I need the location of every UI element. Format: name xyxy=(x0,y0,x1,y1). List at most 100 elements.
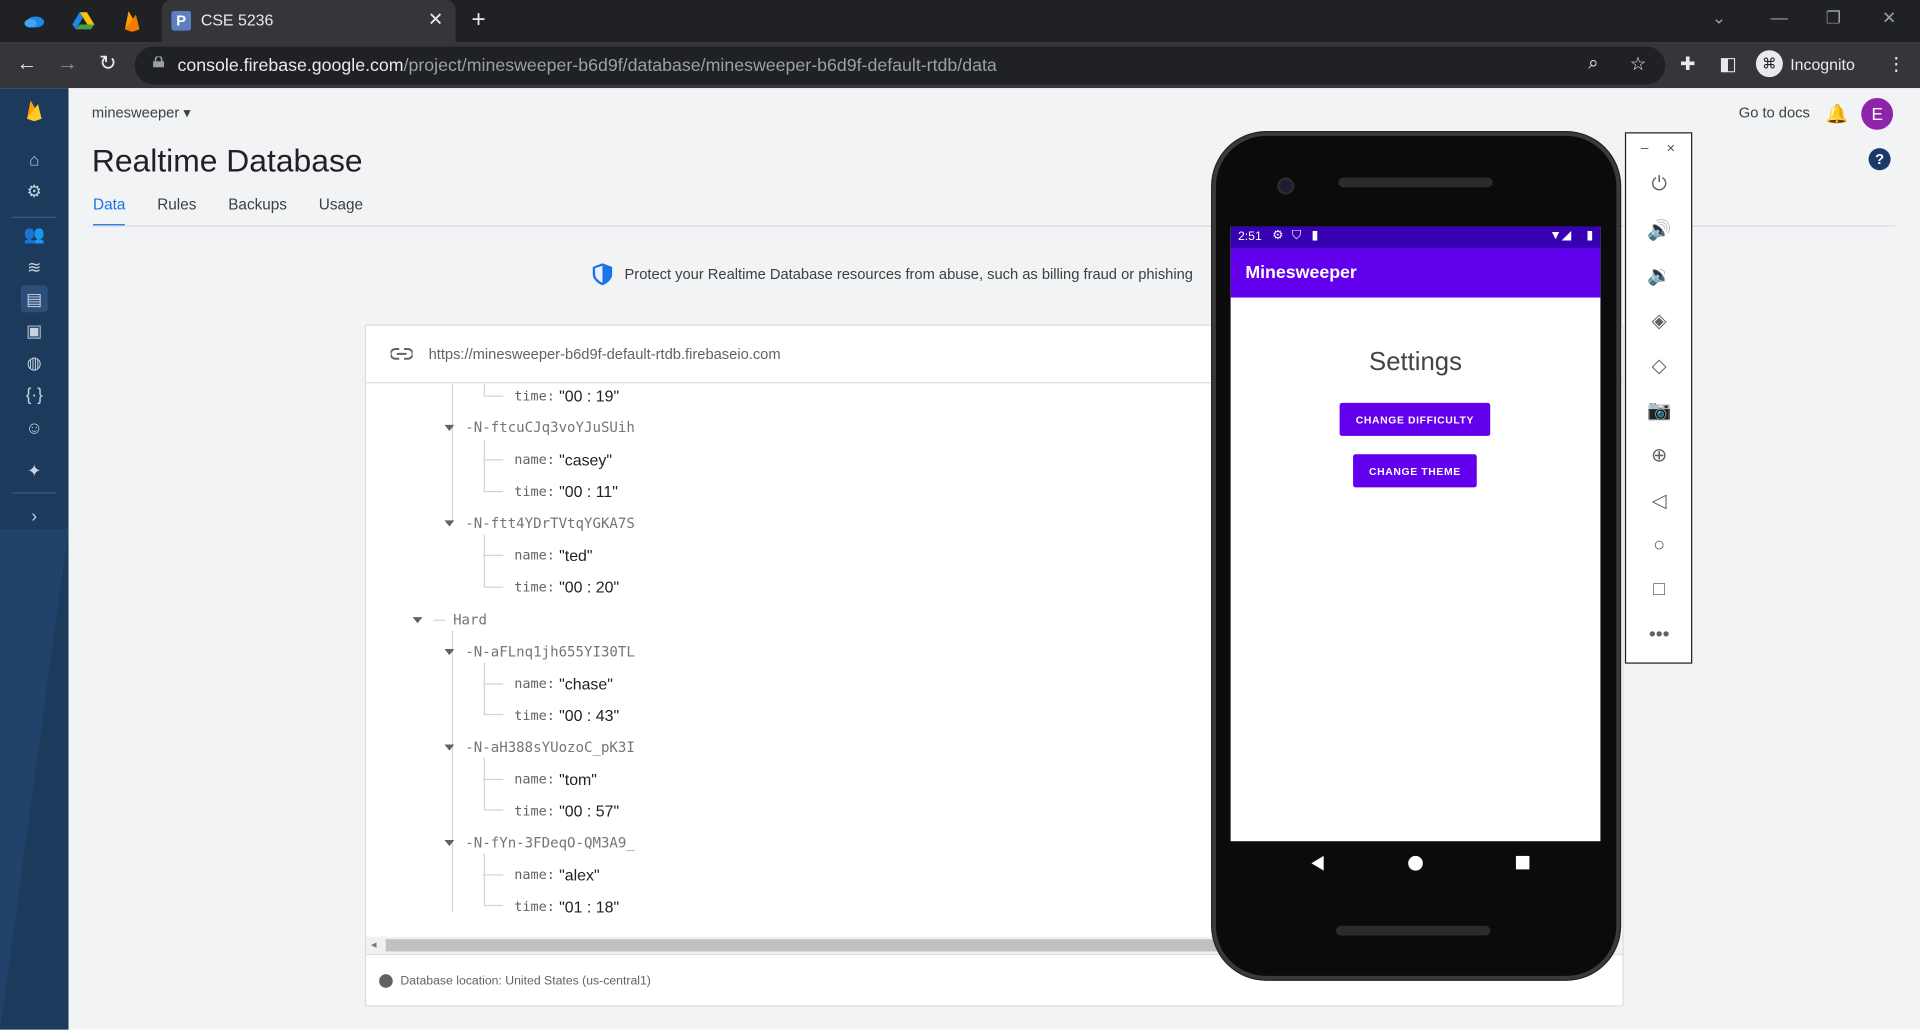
help-icon[interactable]: ? xyxy=(1868,148,1891,171)
tab-search-icon[interactable]: ⌄ xyxy=(1712,7,1726,28)
device-screen[interactable]: 2:51 ⚙ ⛉ ▮ ▼◢ ▮ Minesweeper Settings CHA… xyxy=(1230,226,1601,842)
tab-rules[interactable]: Rules xyxy=(157,196,196,227)
tree-connector xyxy=(483,809,504,811)
tab-data[interactable]: Data xyxy=(93,196,126,227)
tree-connector xyxy=(483,459,504,461)
scroll-left-icon[interactable]: ◂ xyxy=(371,938,377,951)
tree-leaf-name[interactable]: name: "ted" xyxy=(514,542,592,566)
firestore-icon[interactable]: ≋ xyxy=(21,253,48,280)
tree-leaf-name[interactable]: name: "chase" xyxy=(514,671,613,695)
change-theme-button[interactable]: CHANGE THEME xyxy=(1353,454,1477,488)
tab-cse-5236[interactable]: P CSE 5236 ✕ xyxy=(161,0,456,43)
nav-recents-icon[interactable] xyxy=(1515,855,1530,870)
back-icon[interactable]: ← xyxy=(12,51,41,75)
firebase-logo-icon[interactable] xyxy=(21,97,48,124)
tree-connector xyxy=(451,383,454,522)
rotate-right-icon[interactable]: ◇ xyxy=(1645,351,1674,380)
emulator-close-button[interactable]: × xyxy=(1667,140,1676,157)
screen-root: P CSE 5236 ✕ + ⌄ — ❐ ✕ ← → ↻ console.fir… xyxy=(0,0,1920,1030)
minimize-window-icon[interactable]: — xyxy=(1771,7,1788,27)
restore-window-icon[interactable]: ❐ xyxy=(1826,7,1841,28)
tree-leaf-time[interactable]: time: "01 : 18" xyxy=(514,894,619,918)
rail-decoration xyxy=(0,528,69,1030)
camera-icon xyxy=(1277,177,1295,195)
functions-icon[interactable]: {·} xyxy=(21,381,48,408)
more-options-icon[interactable]: ••• xyxy=(1645,621,1674,650)
database-location: Database location: United States (us-cen… xyxy=(400,974,651,989)
extensions-rail-icon[interactable]: ✦ xyxy=(21,457,48,484)
expand-rail-icon[interactable]: › xyxy=(21,502,48,529)
home-icon[interactable]: ⌂ xyxy=(21,146,48,173)
tree-leaf-name[interactable]: name: "casey" xyxy=(514,447,612,471)
nav-home-icon[interactable] xyxy=(1408,855,1423,871)
chrome-menu-icon[interactable]: ⋮ xyxy=(1887,53,1905,75)
caret-down-icon[interactable] xyxy=(412,616,423,623)
tree-node[interactable]: -N-fYn-3FDeqO-QM3A9_ xyxy=(444,830,635,854)
settings-gear-icon[interactable]: ⚙ xyxy=(21,178,48,205)
close-tab-icon[interactable]: ✕ xyxy=(428,9,443,31)
close-window-icon[interactable]: ✕ xyxy=(1882,7,1896,28)
tab-backups[interactable]: Backups xyxy=(228,196,287,227)
zoom-in-icon[interactable]: ⊕ xyxy=(1645,441,1674,470)
project-selector[interactable]: minesweeper ▾ xyxy=(92,104,191,121)
nav-back-icon[interactable] xyxy=(1311,855,1324,871)
tree-node[interactable]: -N-ftcuCJq3voYJuSUih xyxy=(444,415,635,439)
tree-leaf-time[interactable]: time: "00 : 20" xyxy=(514,574,619,598)
reload-icon[interactable]: ↻ xyxy=(93,51,122,75)
caret-down-icon[interactable] xyxy=(444,648,455,655)
link-icon[interactable] xyxy=(390,347,413,362)
tree-leaf-time[interactable]: time: "00 : 11" xyxy=(514,479,618,503)
tree-node-hard[interactable]: Hard xyxy=(412,607,487,631)
caret-down-icon[interactable] xyxy=(444,743,455,751)
screenshot-camera-icon[interactable]: 📷 xyxy=(1645,396,1674,425)
realtime-database-icon[interactable]: ▤ xyxy=(20,285,48,313)
tab-usage[interactable]: Usage xyxy=(319,196,363,227)
tree-leaf-time[interactable]: time: "00 : 57" xyxy=(514,798,619,822)
caret-down-icon[interactable] xyxy=(444,424,455,431)
power-icon[interactable]: ⏻ xyxy=(1645,170,1674,199)
bookmark-star-icon[interactable]: ☆ xyxy=(1630,53,1646,75)
tree-node[interactable]: -N-aH388sYUozoC_pK3I xyxy=(444,735,635,759)
tree-leaf-time[interactable]: time: "00 : 43" xyxy=(514,703,619,727)
leaf-key: name: xyxy=(514,866,555,883)
tree-node[interactable]: -N-ftt4YDrTVtqYGKA7S xyxy=(444,511,635,535)
volume-up-icon[interactable]: 🔊 xyxy=(1645,216,1674,245)
avatar[interactable]: E xyxy=(1861,97,1894,130)
new-tab-button[interactable]: + xyxy=(471,6,485,34)
incognito-indicator[interactable]: ⌘ Incognito xyxy=(1755,50,1855,78)
storage-icon[interactable]: ▣ xyxy=(21,317,48,344)
zoom-icon[interactable]: ⌕ xyxy=(1588,53,1598,74)
extensions-icon[interactable]: ✚ xyxy=(1680,53,1695,75)
rotate-left-icon[interactable]: ◈ xyxy=(1645,306,1674,335)
onedrive-tab-icon[interactable] xyxy=(22,9,46,33)
back-triangle-icon[interactable]: ◁ xyxy=(1645,486,1674,515)
go-to-docs-link[interactable]: Go to docs xyxy=(1739,104,1810,121)
caret-down-icon[interactable] xyxy=(444,519,455,526)
hosting-icon[interactable]: ◍ xyxy=(21,349,48,376)
tree-leaf-time[interactable]: time: "00 : 19" xyxy=(514,383,619,407)
volume-down-icon[interactable]: 🔉 xyxy=(1645,261,1674,290)
tree-connector xyxy=(483,778,504,781)
forward-icon[interactable]: → xyxy=(53,51,82,75)
home-circle-icon[interactable]: ○ xyxy=(1645,531,1674,560)
change-difficulty-button[interactable]: CHANGE DIFFICULTY xyxy=(1339,402,1491,436)
tree-connector xyxy=(483,713,504,716)
emulator-minimize-button[interactable]: – xyxy=(1641,141,1649,156)
tree-leaf-name[interactable]: name: "tom" xyxy=(514,767,597,791)
firebase-tab-icon[interactable] xyxy=(120,9,144,33)
google-drive-tab-icon[interactable] xyxy=(71,9,95,33)
notifications-bell-icon[interactable]: 🔔 xyxy=(1826,103,1849,125)
leaf-value: "00 : 11" xyxy=(559,481,618,501)
side-panel-icon[interactable]: ◧ xyxy=(1719,53,1736,75)
tree-leaf-name[interactable]: name: "alex" xyxy=(514,862,599,886)
authentication-icon[interactable]: 👥 xyxy=(21,220,48,247)
app-toolbar: Minesweeper xyxy=(1230,248,1601,298)
overview-square-icon[interactable]: □ xyxy=(1645,576,1674,605)
caret-down-icon[interactable] xyxy=(444,839,455,846)
tree-connector xyxy=(483,757,485,810)
machine-learning-icon[interactable]: ☺ xyxy=(21,414,48,441)
address-bar[interactable]: console.firebase.google.com/project/mine… xyxy=(134,46,1666,85)
database-url[interactable]: https://minesweeper-b6d9f-default-rtdb.f… xyxy=(429,345,781,362)
scrollbar-thumb[interactable] xyxy=(385,939,1243,952)
tree-node[interactable]: -N-aFLnq1jh655YI30TL xyxy=(444,639,635,663)
